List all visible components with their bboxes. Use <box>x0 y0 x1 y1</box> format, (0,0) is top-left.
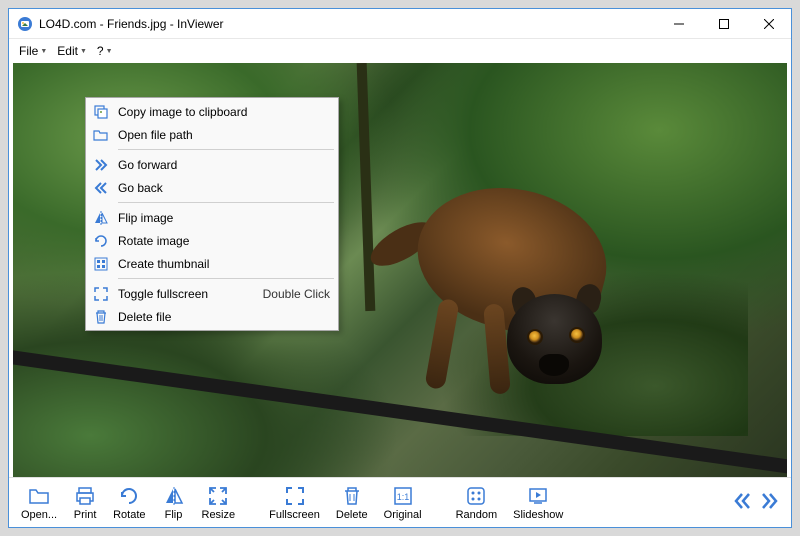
menu-edit-label: Edit <box>57 44 78 58</box>
tool-flip[interactable]: Flip <box>154 481 194 524</box>
copy-icon <box>92 103 110 121</box>
tool-open[interactable]: Open... <box>13 481 65 524</box>
print-icon <box>73 484 97 508</box>
separator <box>118 149 334 150</box>
chevron-down-icon: ▼ <box>80 48 87 55</box>
ctx-label: Delete file <box>118 310 330 324</box>
tool-label: Fullscreen <box>269 509 320 521</box>
context-menu: Copy image to clipboard Open file path G… <box>85 97 339 331</box>
flip-icon <box>162 484 186 508</box>
tool-label: Random <box>456 509 498 521</box>
folder-open-icon <box>92 126 110 144</box>
ctx-label: Create thumbnail <box>118 257 330 271</box>
tool-label: Delete <box>336 509 368 521</box>
tool-fullscreen[interactable]: Fullscreen <box>261 481 328 524</box>
random-icon <box>464 484 488 508</box>
chevron-down-icon: ▼ <box>106 48 113 55</box>
fullscreen-icon <box>283 484 307 508</box>
forward-icon <box>92 156 110 174</box>
folder-open-icon <box>27 484 51 508</box>
ctx-fullscreen[interactable]: Toggle fullscreen Double Click <box>88 282 336 305</box>
tool-random[interactable]: Random <box>448 481 506 524</box>
ctx-label: Go back <box>118 181 330 195</box>
tool-label: Original <box>384 509 422 521</box>
tool-rotate[interactable]: Rotate <box>105 481 153 524</box>
original-icon: 1:1 <box>391 484 415 508</box>
minimize-button[interactable] <box>656 9 701 38</box>
fullscreen-icon <box>92 285 110 303</box>
ctx-delete[interactable]: Delete file <box>88 305 336 328</box>
window-controls <box>656 9 791 38</box>
tool-label: Flip <box>165 509 183 521</box>
tool-label: Resize <box>202 509 236 521</box>
nav-arrows <box>729 488 787 517</box>
separator <box>118 202 334 203</box>
ctx-label: Go forward <box>118 158 330 172</box>
nav-next-button[interactable] <box>757 488 783 517</box>
maximize-icon <box>719 19 729 29</box>
ctx-go-back[interactable]: Go back <box>88 176 336 199</box>
tool-resize[interactable]: Resize <box>194 481 244 524</box>
desktop-frame: LO4D.com - Friends.jpg - InViewer File ▼ <box>0 0 800 536</box>
ctx-label: Toggle fullscreen <box>118 287 263 301</box>
thumbnail-icon <box>92 255 110 273</box>
tool-label: Open... <box>21 509 57 521</box>
ctx-copy-image[interactable]: Copy image to clipboard <box>88 100 336 123</box>
tool-slideshow[interactable]: Slideshow <box>505 481 571 524</box>
window-title: LO4D.com - Friends.jpg - InViewer <box>39 17 656 31</box>
bottom-toolbar: Open... Print Rotate Flip <box>9 477 791 527</box>
menu-file-label: File <box>19 44 38 58</box>
double-chevron-left-icon <box>731 490 753 512</box>
maximize-button[interactable] <box>701 9 746 38</box>
ctx-flip[interactable]: Flip image <box>88 206 336 229</box>
double-chevron-right-icon <box>759 490 781 512</box>
trash-icon <box>340 484 364 508</box>
menu-help[interactable]: ? ▼ <box>93 42 117 60</box>
titlebar: LO4D.com - Friends.jpg - InViewer <box>9 9 791 39</box>
app-window: LO4D.com - Friends.jpg - InViewer File ▼ <box>8 8 792 528</box>
flip-icon <box>92 209 110 227</box>
tool-label: Slideshow <box>513 509 563 521</box>
ctx-go-forward[interactable]: Go forward <box>88 153 336 176</box>
tool-label: Print <box>74 509 97 521</box>
close-icon <box>764 19 774 29</box>
ctx-label: Copy image to clipboard <box>118 105 330 119</box>
tool-original[interactable]: 1:1 Original <box>376 481 430 524</box>
rotate-icon <box>117 484 141 508</box>
menu-file[interactable]: File ▼ <box>15 42 51 60</box>
close-button[interactable] <box>746 9 791 38</box>
chevron-down-icon: ▼ <box>40 48 47 55</box>
tool-delete[interactable]: Delete <box>328 481 376 524</box>
ctx-shortcut: Double Click <box>263 287 330 301</box>
app-icon <box>17 16 33 32</box>
menu-help-label: ? <box>97 44 104 58</box>
tool-print[interactable]: Print <box>65 481 105 524</box>
ctx-label: Flip image <box>118 211 330 225</box>
trash-icon <box>92 308 110 326</box>
slideshow-icon <box>526 484 550 508</box>
ctx-rotate[interactable]: Rotate image <box>88 229 336 252</box>
ctx-label: Open file path <box>118 128 330 142</box>
separator <box>118 278 334 279</box>
minimize-icon <box>674 19 684 29</box>
resize-icon <box>206 484 230 508</box>
ctx-label: Rotate image <box>118 234 330 248</box>
ctx-thumbnail[interactable]: Create thumbnail <box>88 252 336 275</box>
back-icon <box>92 179 110 197</box>
svg-text:1:1: 1:1 <box>396 492 409 502</box>
menu-edit[interactable]: Edit ▼ <box>53 42 91 60</box>
menubar: File ▼ Edit ▼ ? ▼ <box>9 39 791 63</box>
tool-label: Rotate <box>113 509 145 521</box>
ctx-open-path[interactable]: Open file path <box>88 123 336 146</box>
nav-prev-button[interactable] <box>729 488 755 517</box>
rotate-icon <box>92 232 110 250</box>
